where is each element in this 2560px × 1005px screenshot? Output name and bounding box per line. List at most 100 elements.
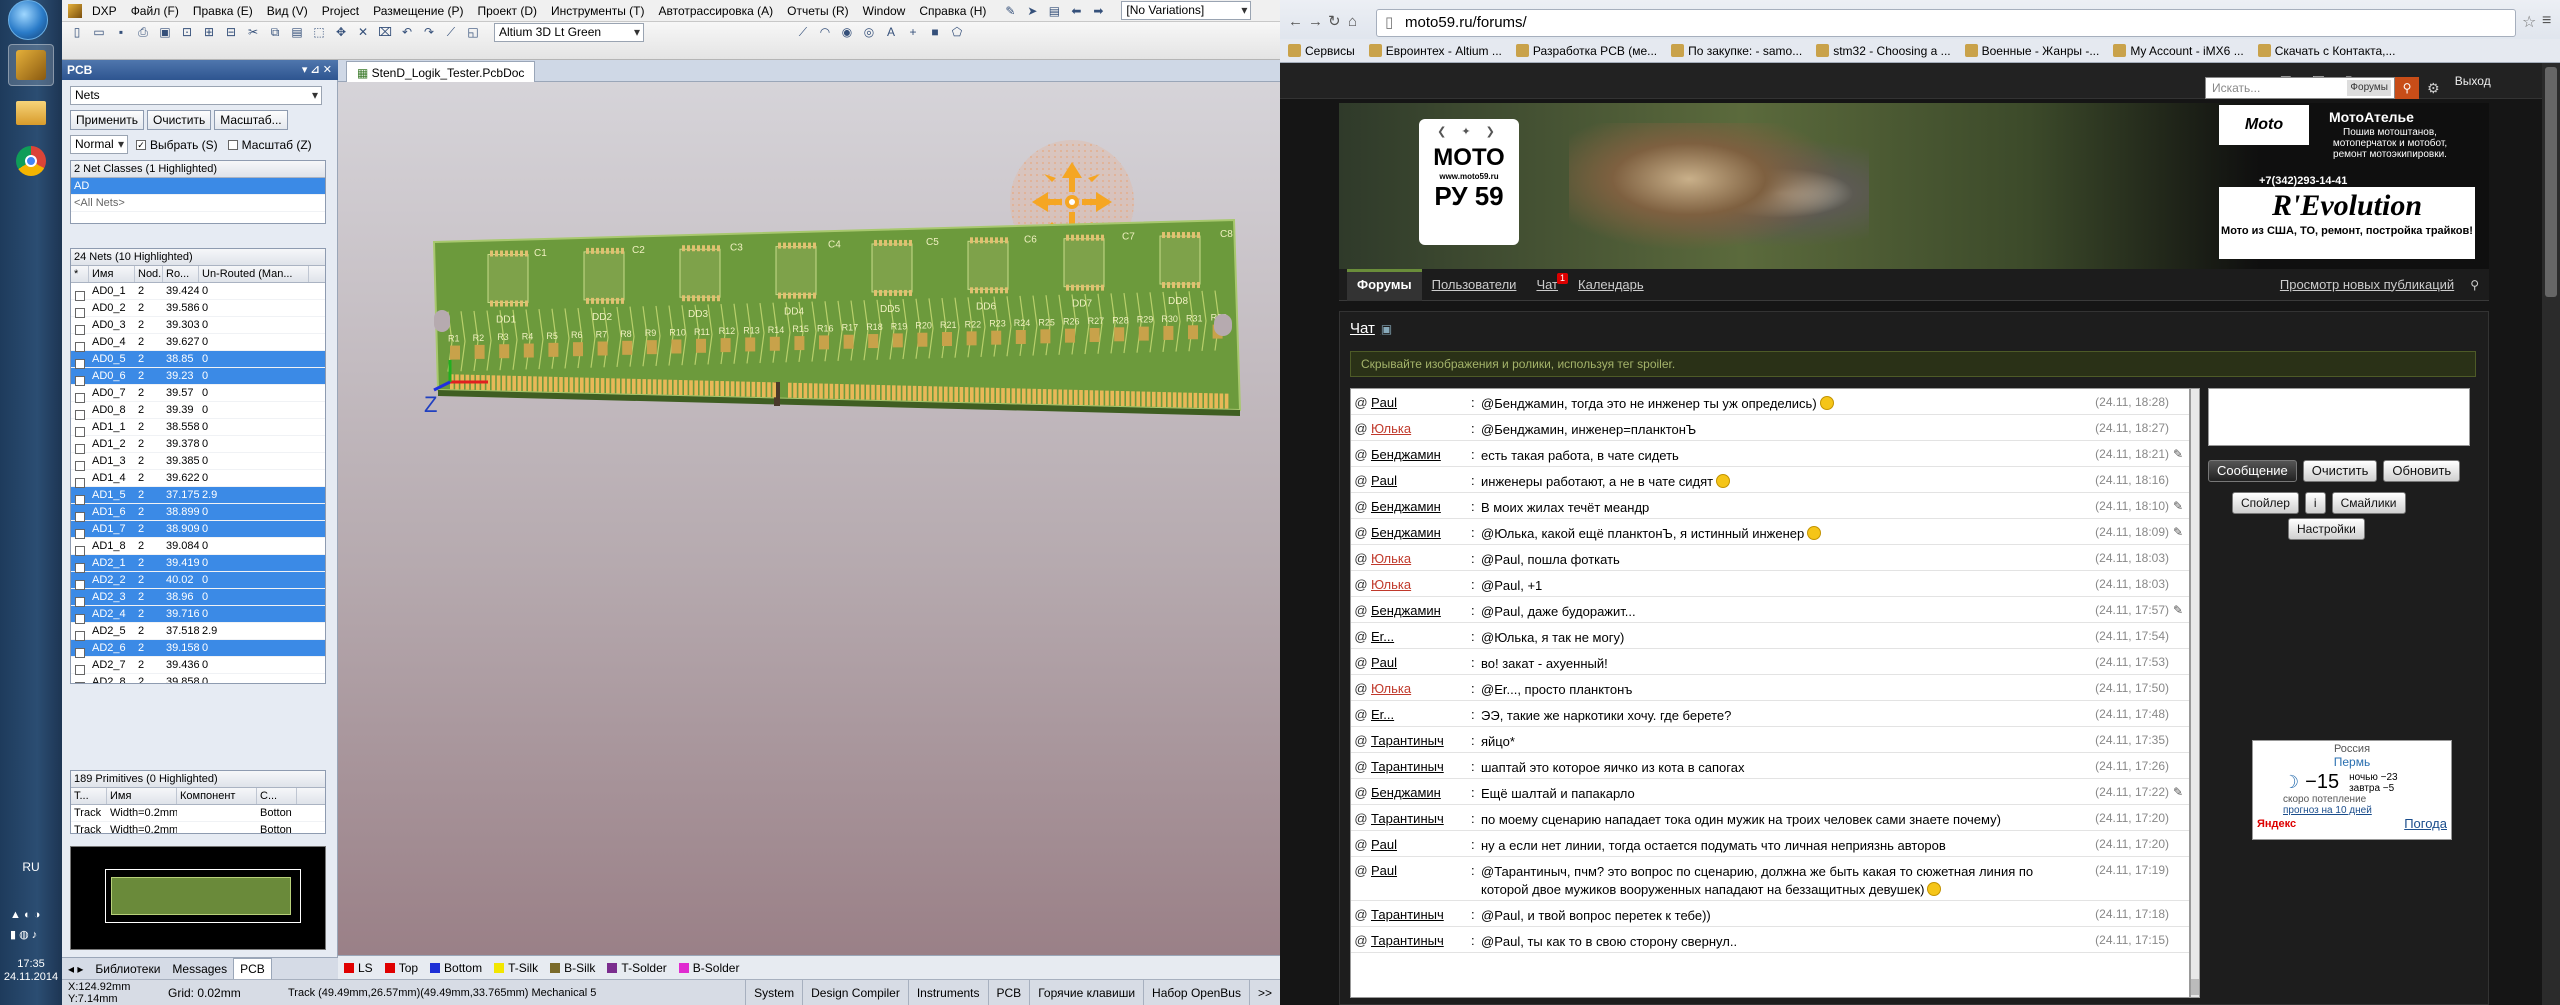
edit-icon[interactable]: ✎	[2173, 521, 2189, 539]
message-author[interactable]: Бенджамин	[1371, 781, 1471, 800]
page-scrollbar[interactable]	[2542, 63, 2560, 1005]
menu-item[interactable]: Window	[856, 0, 913, 22]
reply-at-icon[interactable]: @	[1351, 729, 1371, 748]
message-author[interactable]: Paul	[1371, 469, 1471, 488]
message-author[interactable]: Тарантиныч	[1371, 755, 1471, 774]
menu-item[interactable]: Вид (V)	[260, 0, 315, 22]
place-fill-icon[interactable]: ■	[926, 24, 944, 40]
chat-popout-icon[interactable]: ▣	[1381, 322, 1392, 336]
net-row[interactable]: AD1_1 2 38.558 0	[71, 419, 325, 437]
message-author[interactable]: Юлька	[1371, 677, 1471, 696]
weather-link[interactable]: Погода	[2404, 816, 2447, 831]
menu-item[interactable]: Правка (E)	[186, 0, 260, 22]
tab-pcbdoc[interactable]: ▦ StenD_Logik_Tester.PcbDoc	[346, 60, 536, 83]
message-author[interactable]: Тарантиныч	[1371, 929, 1471, 948]
zoom-fit-icon[interactable]: ⊡	[178, 24, 196, 40]
pcb-3d-view[interactable]: DD1 DD2 DD3 DD4 DD5 DD6 DD7 DD8 C1 C2 C3 C4 C5 C6 C7 C8…	[338, 82, 1280, 955]
send-message-button[interactable]: Сообщение	[2208, 460, 2297, 482]
reply-at-icon[interactable]: @	[1351, 755, 1371, 774]
menu-item[interactable]: Проект (D)	[470, 0, 544, 22]
spoiler-button[interactable]: Спойлер	[2232, 492, 2299, 514]
net-col-header[interactable]: Un-Routed (Man...	[199, 266, 309, 282]
message-author[interactable]: Тарантиныч	[1371, 729, 1471, 748]
search-button[interactable]: ⚲	[2395, 77, 2419, 99]
net-row[interactable]: AD2_8 2 39.858 0	[71, 674, 325, 683]
mask-mode-combo[interactable]: Normal	[70, 135, 128, 154]
tab-chat[interactable]: Чат 1	[1526, 269, 1569, 301]
zoom-checkbox[interactable]	[227, 139, 238, 150]
zoom-button[interactable]: Масштаб...	[214, 110, 288, 130]
gear-icon[interactable]: ⚙	[2427, 80, 2440, 97]
primitive-row[interactable]: Track Width=0.2mm Botton	[71, 805, 325, 822]
place-track-icon[interactable]: ⟋	[794, 24, 812, 40]
reply-at-icon[interactable]: @	[1351, 521, 1371, 540]
save-icon[interactable]: ▪	[112, 24, 130, 40]
open-folder-icon[interactable]: ▭	[90, 24, 108, 40]
chat-title[interactable]: Чат ▣	[1350, 320, 1392, 337]
reply-at-icon[interactable]: @	[1351, 651, 1371, 670]
paste-icon[interactable]: ▤	[288, 24, 306, 40]
panel-header-controls[interactable]: ▾ ⊿ ✕	[302, 60, 332, 80]
message-author[interactable]: Бенджамин	[1371, 443, 1471, 462]
reload-button[interactable]: ↻	[1328, 12, 1348, 30]
place-polygon-icon[interactable]: ⬠	[948, 24, 966, 40]
prim-col-header[interactable]: T...	[71, 788, 107, 804]
reply-at-icon[interactable]: @	[1351, 781, 1371, 800]
tab-pcb[interactable]: PCB	[233, 957, 272, 980]
net-col-header[interactable]: Nod...	[135, 266, 163, 282]
taskbar-chrome-app[interactable]	[8, 140, 54, 182]
select-checkbox[interactable]: ✓	[136, 139, 146, 150]
bookmark-item[interactable]: Сервисы	[1288, 44, 1355, 58]
message-author[interactable]: Тарантиныч	[1371, 903, 1471, 922]
message-author[interactable]: Er...	[1371, 625, 1471, 644]
menu-item[interactable]: Файл (F)	[124, 0, 186, 22]
layer-tab[interactable]: B-Solder	[673, 957, 746, 979]
forward-icon[interactable]: ➡	[1089, 3, 1107, 19]
select-area-icon[interactable]: ⬚	[310, 24, 328, 40]
menu-item[interactable]: Автотрассировка (A)	[651, 0, 780, 22]
reply-at-icon[interactable]: @	[1351, 677, 1371, 696]
back-button[interactable]: ←	[1288, 13, 1308, 30]
message-author[interactable]: Юлька	[1371, 547, 1471, 566]
chat-scrollbar[interactable]	[2190, 388, 2200, 998]
net-row[interactable]: AD0_6 2 39.23 0	[71, 368, 325, 386]
net-row[interactable]: AD0_3 2 39.303 0	[71, 317, 325, 335]
message-author[interactable]: Юлька	[1371, 573, 1471, 592]
new-file-icon[interactable]: ▯	[68, 24, 86, 40]
tab-forums[interactable]: Форумы	[1347, 268, 1422, 301]
pin-icon[interactable]: ⚲	[2470, 278, 2479, 292]
message-author[interactable]: Paul	[1371, 651, 1471, 670]
message-author[interactable]: Бенджамин	[1371, 599, 1471, 618]
status-button[interactable]: System	[745, 979, 802, 1005]
address-bar[interactable]: ▯ moto59.ru/forums/	[1376, 9, 2516, 37]
panel-mode-combo[interactable]: Nets	[70, 86, 322, 105]
move-icon[interactable]: ✥	[332, 24, 350, 40]
variations-combo[interactable]: [No Variations]	[1121, 1, 1252, 20]
net-row[interactable]: AD0_1 2 39.424 0	[71, 283, 325, 301]
net-row[interactable]: AD1_3 2 39.385 0	[71, 453, 325, 471]
reply-at-icon[interactable]: @	[1351, 391, 1371, 410]
layer-tab[interactable]: B-Silk	[544, 957, 601, 979]
tab-calendar[interactable]: Календарь	[1568, 269, 1654, 301]
reply-at-icon[interactable]: @	[1351, 495, 1371, 514]
status-button[interactable]: Горячие клавиши	[1029, 979, 1143, 1005]
tab-messages[interactable]: Messages	[166, 958, 233, 980]
search-input[interactable]: Искать... Форумы	[2205, 77, 2395, 99]
redo-icon[interactable]: ↷	[420, 24, 438, 40]
undo-icon[interactable]: ↶	[398, 24, 416, 40]
net-row[interactable]: AD2_7 2 39.436 0	[71, 657, 325, 675]
layer-tab[interactable]: Top	[379, 957, 424, 979]
message-author[interactable]: Бенджамин	[1371, 495, 1471, 514]
net-row[interactable]: AD1_4 2 39.622 0	[71, 470, 325, 488]
route-icon[interactable]: ⟋	[442, 24, 460, 40]
bookmark-item[interactable]: Скачать с Контакта,...	[2257, 44, 2395, 58]
net-row[interactable]: AD0_4 2 39.627 0	[71, 334, 325, 352]
clear-button[interactable]: Очистить	[147, 110, 212, 130]
primitive-row[interactable]: Track Width=0.2mm Botton	[71, 822, 325, 833]
weather-forecast-link[interactable]: прогноз на 10 дней	[2253, 805, 2451, 816]
reply-at-icon[interactable]: @	[1351, 833, 1371, 852]
taskbar-explorer-app[interactable]	[8, 92, 54, 134]
reply-at-icon[interactable]: @	[1351, 929, 1371, 948]
view-icon[interactable]: ◱	[464, 24, 482, 40]
net-row[interactable]: AD0_2 2 39.586 0	[71, 300, 325, 318]
